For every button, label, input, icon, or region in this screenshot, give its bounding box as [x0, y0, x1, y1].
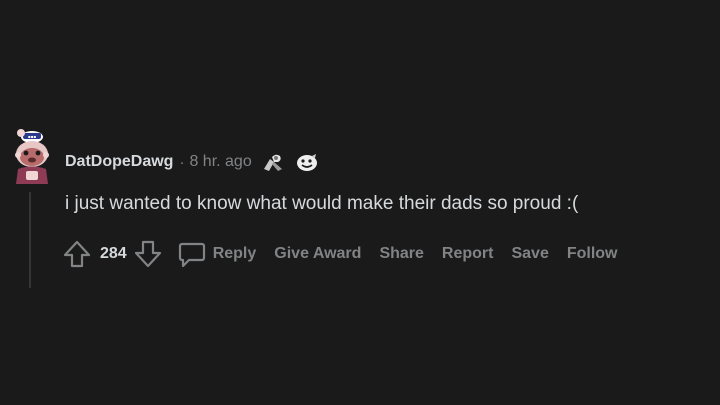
reply-button[interactable]: Reply: [177, 239, 257, 269]
timestamp[interactable]: 8 hr. ago: [189, 153, 251, 171]
smiling-face-award-icon[interactable]: [294, 151, 320, 173]
ribbon-award-icon[interactable]: [260, 151, 286, 173]
reply-label: Reply: [212, 245, 257, 262]
speech-bubble-icon: [178, 242, 205, 268]
username[interactable]: DatDopeDawg: [65, 153, 173, 171]
downvote-arrow-icon[interactable]: [133, 239, 163, 269]
save-button[interactable]: Save: [511, 245, 548, 263]
avatar[interactable]: ▪▪▪: [8, 124, 54, 184]
vote-score: 284: [100, 245, 127, 262]
comment-actions: 284 Reply Give Award Share Report Save F…: [62, 237, 618, 271]
share-button[interactable]: Share: [379, 245, 423, 263]
comment-meta: DatDopeDawg · 8 hr. ago: [65, 150, 320, 174]
thread-line[interactable]: [29, 192, 31, 288]
follow-button[interactable]: Follow: [567, 245, 618, 263]
give-award-button[interactable]: Give Award: [274, 245, 361, 263]
svg-text:▪▪▪: ▪▪▪: [28, 134, 36, 139]
separator: ·: [179, 153, 185, 171]
report-button[interactable]: Report: [442, 245, 494, 263]
page: ▪▪▪ DatDopeDawg · 8 hr. ago i just wante…: [0, 0, 720, 405]
comment-body: i just wanted to know what would make th…: [65, 193, 579, 214]
comment: ▪▪▪ DatDopeDawg · 8 hr. ago i just wante…: [8, 124, 708, 294]
upvote-arrow-icon[interactable]: [62, 239, 92, 269]
